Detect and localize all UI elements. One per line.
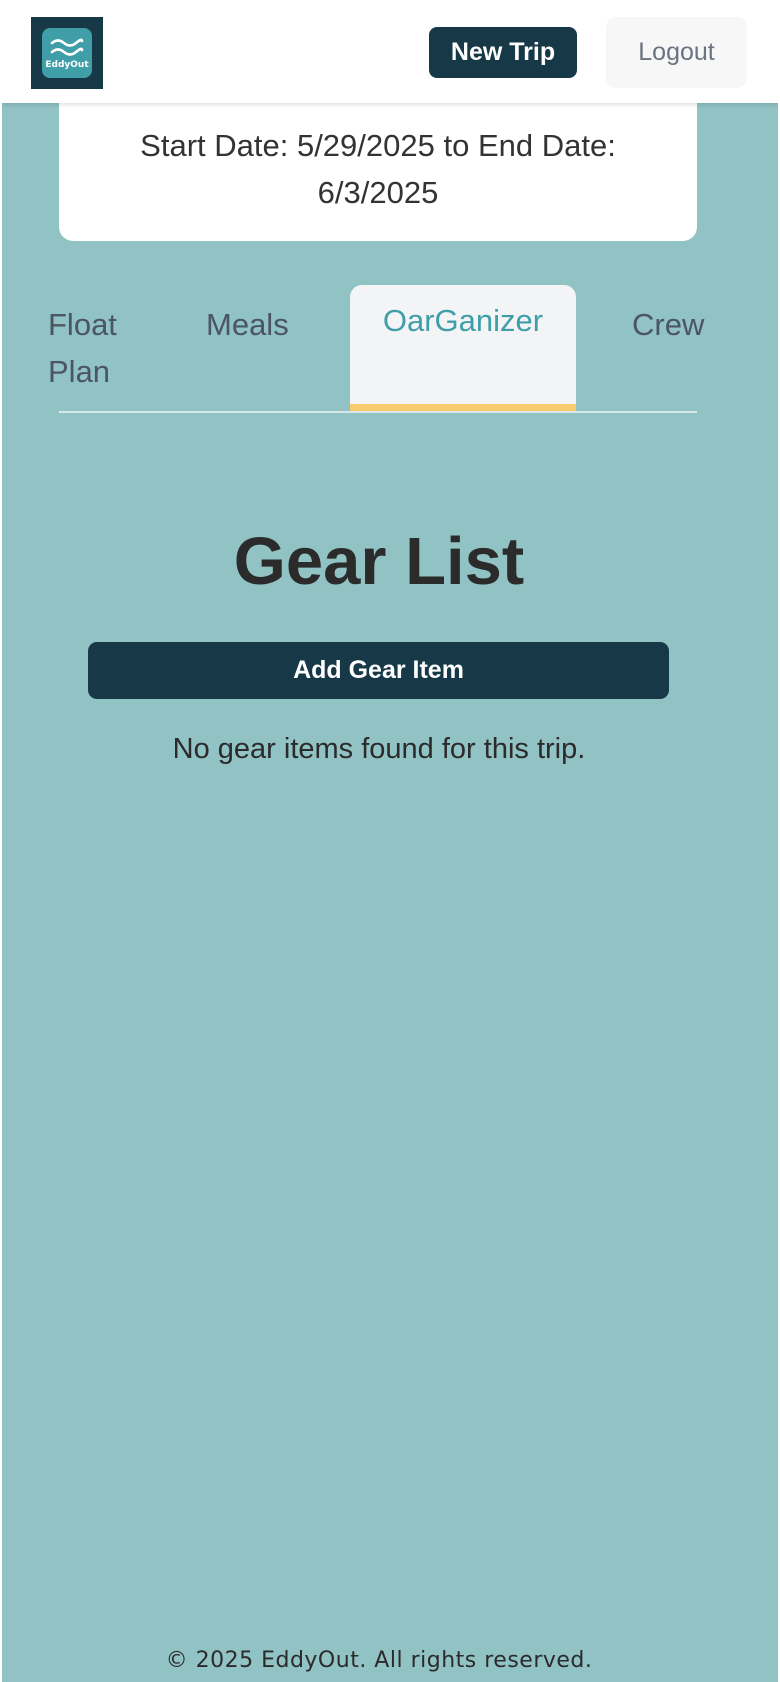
tab-crew[interactable]: Crew: [632, 301, 704, 348]
tab-oarganizer[interactable]: OarGanizer: [350, 285, 576, 411]
new-trip-button[interactable]: New Trip: [429, 27, 577, 78]
empty-gear-message: No gear items found for this trip.: [172, 733, 586, 765]
add-gear-item-button[interactable]: Add Gear Item: [88, 642, 669, 699]
top-header: EddyOut New Trip Logout: [2, 2, 778, 103]
tab-divider: [59, 411, 697, 413]
app-frame: EddyOut New Trip Logout Start Date: 5/29…: [2, 2, 778, 1682]
tab-meals[interactable]: Meals: [206, 301, 289, 348]
logout-button[interactable]: Logout: [606, 17, 747, 88]
footer-copyright: © 2025 EddyOut. All rights reserved.: [165, 1648, 593, 1673]
eddyout-logo[interactable]: EddyOut: [31, 17, 103, 89]
logo-text: EddyOut: [45, 59, 89, 70]
tab-oarganizer-label: OarGanizer: [382, 303, 544, 338]
gear-list-title: Gear List: [233, 524, 525, 599]
waves-icon: EddyOut: [42, 28, 92, 78]
waves-icon-graphic: [50, 38, 84, 56]
tab-float-plan[interactable]: Float Plan: [48, 301, 158, 395]
